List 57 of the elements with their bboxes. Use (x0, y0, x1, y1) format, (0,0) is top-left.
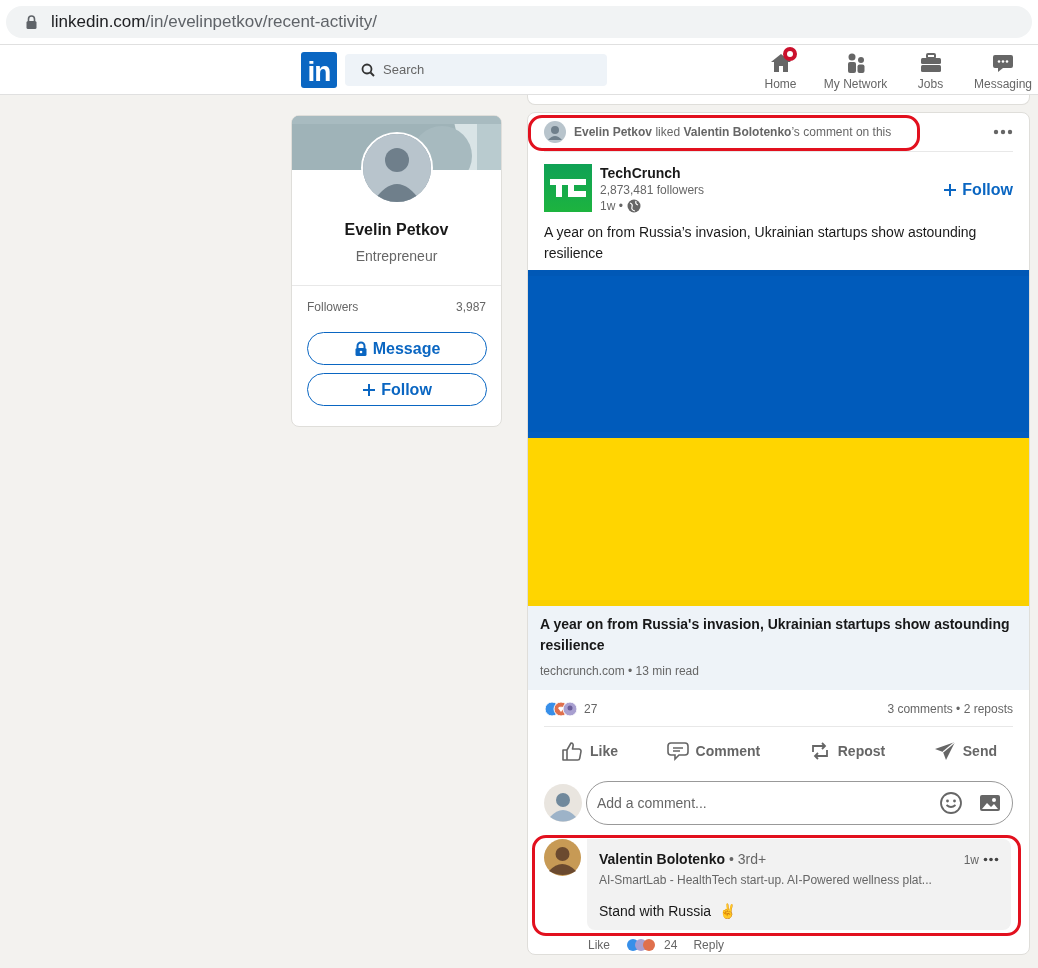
link-source: techcrunch.com • 13 min read (540, 663, 700, 680)
link-title[interactable]: A year on from Russia's invasion, Ukrainian startups show astounding resilience (540, 614, 1017, 656)
globe-icon (626, 199, 641, 213)
plus-icon (361, 381, 378, 398)
commenter-name[interactable]: Valentin Bolotenko (599, 851, 725, 867)
stat-value: 3,987 (455, 299, 486, 316)
post-time: 1w • (600, 198, 623, 214)
nav-item[interactable]: Jobs (893, 45, 968, 94)
smiley-icon[interactable] (939, 791, 963, 815)
speech-bubble-icon (665, 739, 690, 763)
connection-degree: • 3rd+ (728, 851, 767, 867)
address-bar[interactable]: linkedin.com/in/evelinpetkov/recent-activity/ (6, 6, 1032, 38)
comment-time: 1w (963, 851, 979, 869)
reply-link[interactable]: Reply (693, 936, 725, 954)
like-button[interactable]: Like (552, 733, 626, 769)
post-text: A year on from Russia’s invasion, Ukrainian startups show astounding resilience (543, 223, 978, 263)
send-button[interactable]: Send (924, 733, 1005, 769)
repost-button[interactable]: Repost (799, 733, 894, 769)
reaction-icons (544, 701, 580, 717)
author-name[interactable]: TechCrunch (600, 164, 705, 182)
lock-icon (26, 15, 37, 29)
logo[interactable]: in (301, 51, 337, 88)
comment-field[interactable]: Add a comment... (586, 781, 1013, 825)
activity-text: Evelin Petkov liked Valentin Bolotenko’s comment on this (574, 124, 892, 141)
nav-item[interactable]: Messaging (968, 45, 1038, 94)
more-icon[interactable] (983, 857, 999, 862)
avatar-icon (544, 121, 566, 143)
nav-item[interactable]: Home (743, 45, 818, 94)
nav-item[interactable]: My Network (818, 45, 893, 94)
message-button[interactable]: Message (306, 332, 487, 365)
comment-repost-count[interactable]: 3 comments • 2 reposts (887, 700, 1013, 718)
briefcase-icon (918, 50, 943, 75)
image-icon[interactable] (979, 793, 1001, 813)
follow-button[interactable]: Follow (306, 373, 487, 406)
avatar-icon (544, 839, 581, 876)
stat-label: Followers (307, 299, 359, 316)
thumbs-up-icon (560, 739, 584, 763)
logo-icon (544, 164, 592, 212)
plus-icon (942, 182, 959, 198)
emoji-icon: ✌ (719, 901, 737, 922)
follower-count: 2,873,481 followers (600, 182, 705, 198)
reaction-count[interactable]: 24 (664, 936, 678, 954)
search-icon (361, 62, 375, 77)
follow-button[interactable]: Follow (942, 178, 1013, 202)
profile-name: Evelin Petkov (343, 220, 450, 240)
profile-headline: Entrepreneur (292, 246, 501, 286)
search-field[interactable]: Search (345, 53, 607, 86)
more-icon[interactable] (993, 129, 1013, 135)
reaction-count[interactable]: 27 (584, 700, 598, 718)
commenter-headline: AI-SmartLab - HealthTech start-up. AI-Powered wellness plat... (599, 872, 933, 889)
avatar-icon (544, 784, 582, 822)
comment-button[interactable]: Comment (657, 733, 769, 769)
comment-text: Stand with Russia (599, 902, 712, 921)
like-link[interactable]: Like (588, 936, 610, 954)
reaction-icons (626, 938, 656, 952)
url-text: linkedin.com/in/evelinpetkov/recent-activity/ (51, 11, 377, 34)
lock-icon (352, 340, 369, 357)
